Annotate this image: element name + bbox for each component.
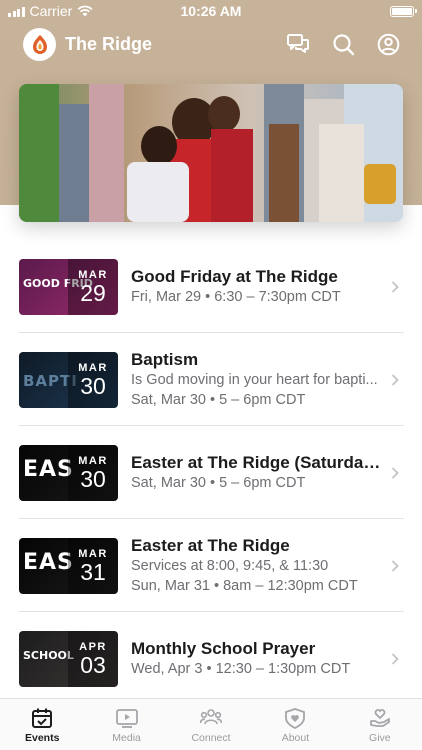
tab-bar: Events Media Connect About Give bbox=[0, 698, 422, 750]
event-title: Baptism bbox=[131, 350, 199, 369]
date-day: 30 bbox=[80, 372, 106, 399]
event-text: Easter at The Ridge Services at 8:00, 9:4… bbox=[131, 535, 383, 596]
date-month: MAR bbox=[78, 361, 108, 374]
date-badge: APR 03 bbox=[68, 630, 118, 687]
date-day: 31 bbox=[80, 558, 106, 585]
event-row[interactable]: BAPTI MAR 30 Baptism Is God moving in your h… bbox=[0, 333, 422, 426]
date-day: 29 bbox=[80, 279, 106, 306]
event-datetime: Sat, Mar 30 • 5 – 6pm CDT bbox=[131, 392, 306, 408]
thumbnail-graphic-text: SCHOOL bbox=[23, 648, 74, 662]
date-month: MAR bbox=[78, 454, 108, 467]
event-thumbnail: GOOD FRID MAR 29 bbox=[19, 258, 118, 315]
event-description: Is God moving in your heart for bapti... bbox=[131, 372, 378, 388]
event-row[interactable]: SCHOOL APR 03 Monthly School Prayer Wed, Apr… bbox=[0, 612, 422, 705]
event-text: Good Friday at The Ridge Fri, Mar 29 • 6:… bbox=[131, 266, 383, 307]
search-icon[interactable] bbox=[332, 33, 355, 56]
date-day: 30 bbox=[80, 465, 106, 492]
event-row[interactable]: EAS MAR 30 Easter at The Ridge (Saturday...… bbox=[0, 426, 422, 519]
group-icon bbox=[200, 709, 223, 725]
date-badge: MAR 29 bbox=[68, 258, 118, 315]
tab-connect[interactable]: Connect bbox=[169, 699, 253, 750]
chevron-right-icon bbox=[391, 559, 399, 572]
event-text: Monthly School Prayer Wed, Apr 3 • 12:30 … bbox=[131, 638, 383, 679]
tab-give[interactable]: Give bbox=[338, 699, 422, 750]
tab-label: Give bbox=[369, 732, 391, 744]
event-description: Services at 8:00, 9:45, & 11:30 bbox=[131, 558, 329, 574]
event-text: Baptism Is God moving in your heart for b… bbox=[131, 349, 383, 410]
hero-photo bbox=[19, 84, 403, 222]
status-bar: Carrier 10:26 AM bbox=[0, 0, 422, 22]
tab-label: About bbox=[281, 732, 310, 744]
date-month: APR bbox=[79, 640, 107, 653]
thumbnail-graphic-text: EAS bbox=[23, 456, 74, 482]
event-thumbnail: SCHOOL APR 03 bbox=[19, 630, 118, 687]
event-datetime: Sun, Mar 31 • 8am – 12:30pm CDT bbox=[131, 578, 358, 594]
status-left: Carrier bbox=[8, 3, 148, 19]
flame-logo-icon bbox=[32, 35, 47, 54]
app-header: The Ridge bbox=[0, 26, 422, 62]
profile-icon[interactable] bbox=[377, 33, 400, 56]
event-list: GOOD FRID MAR 29 Good Friday at The Ridge Fr… bbox=[0, 240, 422, 705]
wifi-icon bbox=[77, 5, 93, 17]
calendar-icon bbox=[32, 708, 53, 728]
status-time: 10:26 AM bbox=[180, 3, 242, 19]
chevron-right-icon bbox=[391, 466, 399, 479]
event-thumbnail: EAS MAR 31 bbox=[19, 537, 118, 594]
chevron-right-icon bbox=[391, 280, 399, 293]
tab-events[interactable]: Events bbox=[0, 699, 84, 750]
tab-label: Connect bbox=[191, 732, 231, 744]
chat-icon[interactable] bbox=[286, 33, 310, 55]
signal-icon bbox=[8, 6, 25, 17]
carrier-label: Carrier bbox=[29, 3, 73, 19]
event-datetime: Wed, Apr 3 • 12:30 – 1:30pm CDT bbox=[131, 661, 351, 677]
date-month: MAR bbox=[78, 268, 108, 281]
event-datetime: Sat, Mar 30 • 5 – 6pm CDT bbox=[131, 475, 306, 491]
app-title: The Ridge bbox=[65, 33, 153, 54]
tab-label: Events bbox=[24, 732, 60, 744]
date-day: 03 bbox=[80, 651, 106, 678]
play-icon bbox=[115, 709, 138, 728]
event-text: Easter at The Ridge (Saturday... Sat, Mar… bbox=[131, 452, 383, 493]
event-title: Monthly School Prayer bbox=[131, 639, 316, 658]
event-thumbnail: BAPTI MAR 30 bbox=[19, 351, 118, 408]
event-title: Easter at The Ridge (Saturday... bbox=[131, 453, 383, 472]
event-datetime: Fri, Mar 29 • 6:30 – 7:30pm CDT bbox=[131, 289, 341, 305]
date-badge: MAR 31 bbox=[68, 537, 118, 594]
event-row[interactable]: EAS MAR 31 Easter at The Ridge Services at 8… bbox=[0, 519, 422, 612]
hero-image[interactable] bbox=[19, 84, 403, 222]
church-logo[interactable] bbox=[23, 27, 56, 61]
thumbnail-graphic-text: EAS bbox=[23, 549, 74, 575]
date-month: MAR bbox=[78, 547, 108, 560]
event-title: Easter at The Ridge bbox=[131, 536, 290, 555]
tab-label: Media bbox=[112, 732, 141, 744]
hand-heart-icon bbox=[369, 709, 390, 727]
chevron-right-icon bbox=[391, 652, 399, 665]
chevron-right-icon bbox=[391, 373, 399, 386]
tab-media[interactable]: Media bbox=[84, 699, 168, 750]
battery-icon bbox=[389, 5, 417, 17]
shield-heart-icon bbox=[285, 708, 306, 729]
event-thumbnail: EAS MAR 30 bbox=[19, 444, 118, 501]
date-badge: MAR 30 bbox=[68, 351, 118, 408]
event-title: Good Friday at The Ridge bbox=[131, 267, 338, 286]
tab-about[interactable]: About bbox=[253, 699, 337, 750]
event-row[interactable]: GOOD FRID MAR 29 Good Friday at The Ridge Fr… bbox=[0, 240, 422, 333]
date-badge: MAR 30 bbox=[68, 444, 118, 501]
